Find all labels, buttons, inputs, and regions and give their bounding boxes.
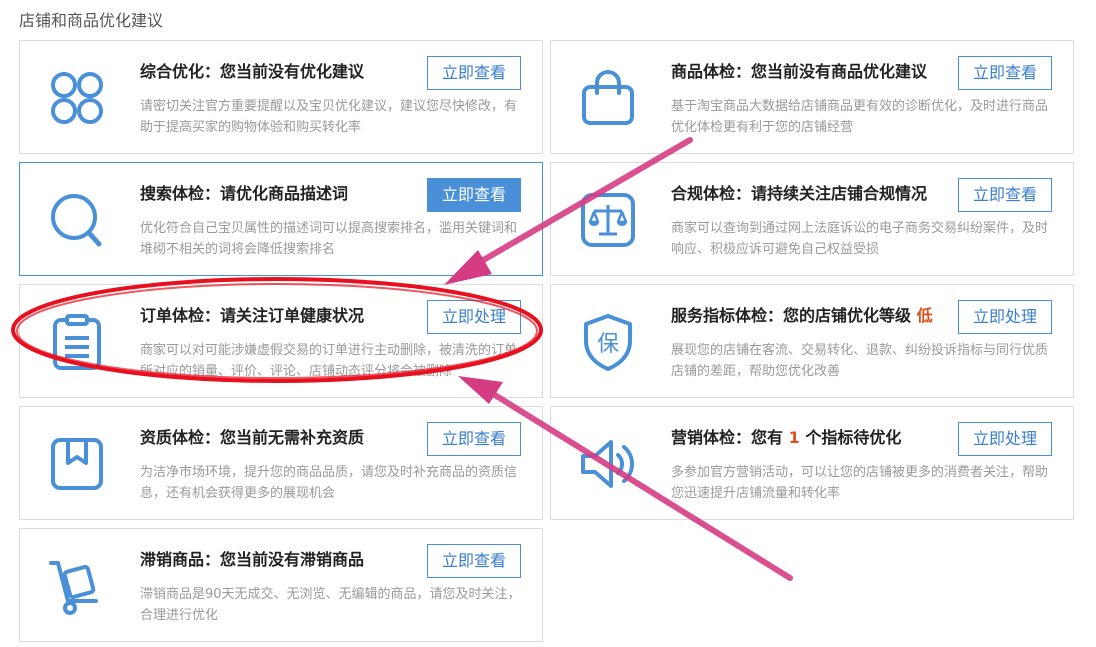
clipboard-icon xyxy=(46,311,108,373)
view-now-button[interactable]: 立即查看 xyxy=(958,56,1052,90)
card-description: 商家可以对可能涉嫌虚假交易的订单进行主动删除，被清洗的订单所对应的销量、评价、评… xyxy=(140,343,518,379)
process-now-button[interactable]: 立即处理 xyxy=(958,422,1052,456)
pending-count-badge: 1 xyxy=(788,428,800,447)
package-icon xyxy=(46,433,108,495)
view-now-button[interactable]: 立即查看 xyxy=(958,178,1052,212)
card-title: 订单体检：请关注订单健康状况 xyxy=(140,306,365,325)
card-description: 请密切关注官方重要提醒以及宝贝优化建议，建议您尽快修改，有助于提高买家的购物体验… xyxy=(140,99,518,135)
card-service-metrics-checkup: 保 服务指标体检：您的店铺优化等级 低 展现您的店铺在客流、交易转化、退款、纠纷… xyxy=(550,284,1074,398)
section-title: 店铺和商品优化建议 xyxy=(19,11,164,30)
four-circles-icon xyxy=(46,67,108,129)
card-title: 搜索体检：请优化商品描述词 xyxy=(140,184,349,203)
speaker-icon xyxy=(577,433,639,495)
card-compliance-checkup: 合规体检：请持续关注店铺合规情况 商家可以查询到通过网上法庭诉讼的电子商务交易纠… xyxy=(550,162,1074,276)
card-description: 为洁净市场环境，提升您的商品品质，请您及时补充商品的资质信息，还有机会获得更多的… xyxy=(140,465,518,501)
card-title: 滞销商品：您当前没有滞销商品 xyxy=(140,550,365,569)
card-title: 商品体检：您当前没有商品优化建议 xyxy=(671,62,928,81)
view-now-button[interactable]: 立即查看 xyxy=(427,56,521,90)
card-order-checkup: 订单体检：请关注订单健康状况 商家可以对可能涉嫌虚假交易的订单进行主动删除，被清… xyxy=(19,284,543,398)
card-description: 优化符合自己宝贝属性的描述词可以提高搜索排名，滥用关键词和堆砌不相关的词将会降低… xyxy=(140,221,518,257)
card-description: 滞销商品是90天无成交、无浏览、无编辑的商品，请您及时关注，合理进行优化 xyxy=(140,587,521,623)
card-comprehensive-optimization: 综合优化：您当前没有优化建议 请密切关注官方重要提醒以及宝贝优化建议，建议您尽快… xyxy=(19,40,543,154)
optimization-level-badge: 低 xyxy=(916,306,933,325)
shield-bao-icon: 保 xyxy=(577,311,639,373)
card-marketing-checkup: 营销体检：您有 1 个指标待优化 多参加官方营销活动，可以让您的店铺被更多的消费… xyxy=(550,406,1074,520)
card-title: 资质体检：您当前无需补充资质 xyxy=(140,428,365,447)
card-title: 营销体检：您有 1 个指标待优化 xyxy=(671,428,902,447)
card-description: 商家可以查询到通过网上法庭诉讼的电子商务交易纠纷案件，及时响应、积极应诉可避免自… xyxy=(671,221,1049,257)
view-now-button[interactable]: 立即查看 xyxy=(427,178,521,212)
card-title: 服务指标体检：您的店铺优化等级 低 xyxy=(671,306,933,325)
view-now-button[interactable]: 立即查看 xyxy=(427,422,521,456)
card-description: 多参加官方营销活动，可以让您的店铺被更多的消费者关注，帮助您迅速提升店铺流量和转… xyxy=(671,465,1049,501)
card-product-checkup: 商品体检：您当前没有商品优化建议 基于淘宝商品大数据给店铺商品更有效的诊断优化，… xyxy=(550,40,1074,154)
shopping-bag-icon xyxy=(577,67,639,129)
process-now-button[interactable]: 立即处理 xyxy=(427,300,521,334)
card-qualification-checkup: 资质体检：您当前无需补充资质 为洁净市场环境，提升您的商品品质，请您及时补充商品… xyxy=(19,406,543,520)
shield-char: 保 xyxy=(597,332,619,357)
card-description: 展现您的店铺在客流、交易转化、退款、纠纷投诉指标与同行优质店铺的差距，帮助您优化… xyxy=(671,343,1049,379)
search-icon xyxy=(46,189,108,251)
card-title: 合规体检：请持续关注店铺合规情况 xyxy=(671,184,928,203)
card-title: 综合优化：您当前没有优化建议 xyxy=(140,62,365,81)
view-now-button[interactable]: 立即查看 xyxy=(427,544,521,578)
card-slow-moving-products: 滞销商品：您当前没有滞销商品 滞销商品是90天无成交、无浏览、无编辑的商品，请您… xyxy=(19,528,543,642)
card-search-checkup: 搜索体检：请优化商品描述词 优化符合自己宝贝属性的描述词可以提高搜索排名，滥用关… xyxy=(19,162,543,276)
hand-truck-icon xyxy=(46,555,108,617)
scales-icon xyxy=(577,189,639,251)
card-description: 基于淘宝商品大数据给店铺商品更有效的诊断优化，及时进行商品优化体检更有利于您的店… xyxy=(671,99,1049,135)
process-now-button[interactable]: 立即处理 xyxy=(958,300,1052,334)
